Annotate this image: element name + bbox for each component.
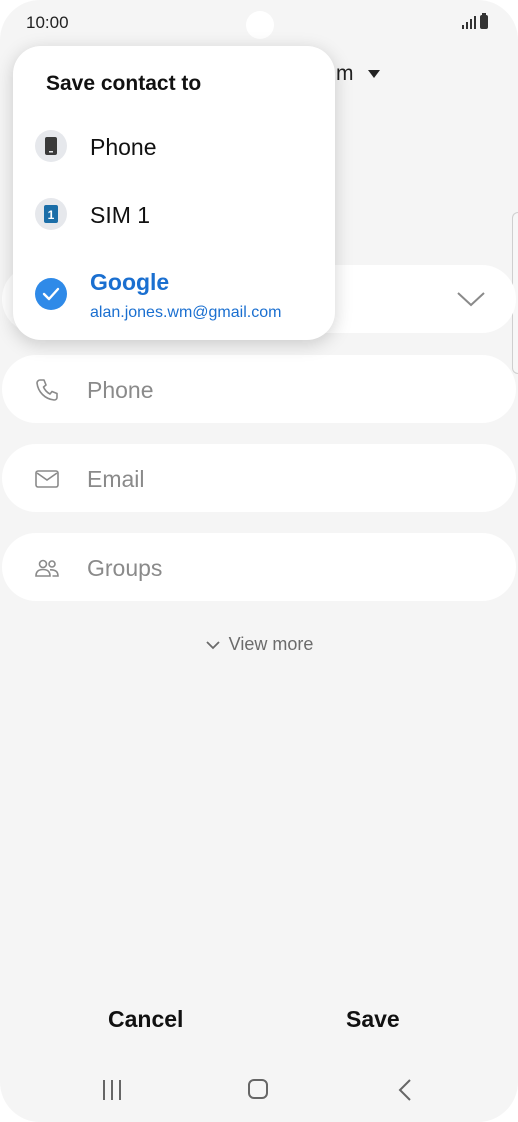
phone-input[interactable]: Phone: [87, 377, 154, 404]
account-selector[interactable]: m: [336, 62, 380, 86]
groups-input[interactable]: Groups: [87, 555, 162, 582]
option-sim1[interactable]: 1 SIM 1: [13, 186, 335, 246]
sim-card-icon: 1: [35, 198, 67, 230]
email-field[interactable]: Email: [2, 444, 516, 512]
option-google-label: Google: [90, 269, 170, 295]
option-sim1-label: SIM 1: [90, 202, 151, 228]
status-time: 10:00: [26, 13, 69, 32]
chevron-down-icon[interactable]: [456, 287, 486, 309]
chevron-down-icon: [206, 640, 220, 649]
signal-icon: [462, 15, 476, 29]
google-account-email: alan.jones.wm@gmail.com: [90, 304, 282, 321]
back-button[interactable]: [398, 1078, 412, 1102]
camera-cutout: [246, 11, 274, 39]
phone-field[interactable]: Phone: [2, 355, 516, 423]
caret-down-icon: [367, 70, 380, 78]
view-more-label: View more: [228, 634, 314, 654]
status-bar: 10:00: [0, 0, 518, 48]
option-phone-label: Phone: [90, 134, 157, 160]
recents-button[interactable]: [103, 1080, 121, 1100]
email-input[interactable]: Email: [87, 466, 145, 493]
save-button[interactable]: Save: [346, 1006, 400, 1033]
phone-icon: [36, 379, 58, 401]
status-icons: [462, 13, 488, 29]
view-more-button[interactable]: View more: [0, 634, 518, 655]
device-phone-icon: [35, 130, 67, 162]
email-icon: [35, 470, 59, 488]
cancel-button[interactable]: Cancel: [108, 1006, 183, 1033]
sim-badge-number: 1: [48, 208, 55, 222]
option-phone[interactable]: Phone: [13, 118, 335, 178]
account-selector-label: m: [336, 62, 354, 85]
battery-icon: [480, 13, 488, 29]
dialog-title: Save contact to: [46, 72, 202, 95]
groups-field[interactable]: Groups: [2, 533, 516, 601]
save-contact-dialog: Save contact to Phone 1 SIM 1 Google ala…: [13, 46, 335, 340]
check-circle-icon: [35, 278, 67, 310]
groups-icon: [35, 559, 59, 577]
screen: 10:00 m Phone Email Groups View more Can…: [0, 0, 518, 1122]
home-button[interactable]: [248, 1079, 268, 1099]
